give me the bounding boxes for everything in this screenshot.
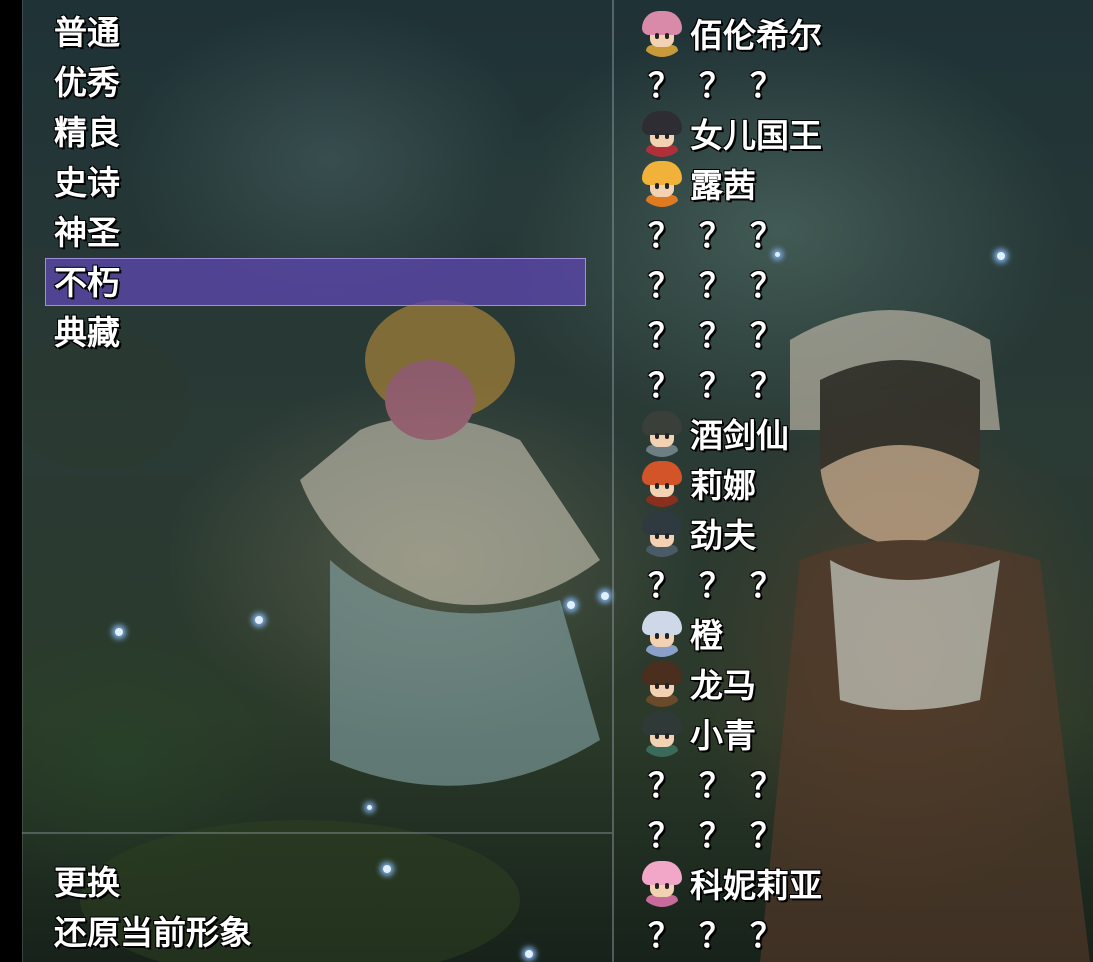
character-row[interactable]: 佰伦希尔 — [638, 8, 822, 58]
character-name: 酒剑仙 — [690, 416, 789, 455]
character-name: ？？？ — [648, 816, 801, 855]
character-name: 莉娜 — [690, 466, 756, 505]
character-row-locked[interactable]: ？？？ — [638, 258, 801, 308]
knight-figure — [300, 300, 600, 786]
character-name: 橙 — [690, 616, 723, 655]
category-item-selected[interactable]: 不朽 — [54, 261, 120, 305]
blonde-girl-icon — [638, 159, 686, 207]
sparkle — [367, 805, 372, 810]
character-row-locked[interactable]: ？？？ — [638, 308, 801, 358]
sparkle — [383, 865, 391, 873]
panel-divider — [612, 0, 614, 962]
character-row[interactable]: 橙 — [638, 608, 723, 658]
character-name: ？？？ — [648, 916, 801, 955]
character-row[interactable]: 莉娜 — [638, 458, 756, 508]
knight-helmet-icon — [638, 9, 686, 57]
character-row[interactable]: 龙马 — [638, 658, 756, 708]
character-name: ？？？ — [648, 216, 801, 255]
brown-hair-boy-icon — [638, 659, 686, 707]
dark-hair-girl-icon — [638, 109, 686, 157]
category-item[interactable]: 史诗 — [54, 161, 120, 205]
character-name: 小青 — [690, 716, 756, 755]
character-row[interactable]: 酒剑仙 — [638, 408, 789, 458]
character-name: 龙马 — [690, 666, 756, 705]
character-row[interactable]: 小青 — [638, 708, 756, 758]
character-name: 佰伦希尔 — [690, 16, 822, 55]
character-name: ？？？ — [648, 566, 801, 605]
character-row-locked[interactable]: ？？？ — [638, 758, 801, 808]
sparkle — [255, 616, 263, 624]
window-edge — [0, 0, 22, 962]
category-item[interactable]: 神圣 — [54, 211, 120, 255]
character-row-locked[interactable]: ？？？ — [638, 208, 801, 258]
green-hair-girl-icon — [638, 709, 686, 757]
character-row[interactable]: 劲夫 — [638, 508, 756, 558]
pink-hair-girl-icon — [638, 859, 686, 907]
red-hair-girl-icon — [638, 459, 686, 507]
character-name: 露茜 — [690, 166, 756, 205]
character-name: 科妮莉亚 — [690, 866, 822, 905]
sparkle — [997, 252, 1005, 260]
character-name: ？？？ — [648, 66, 801, 105]
sparkle — [525, 950, 533, 958]
sparkle — [115, 628, 123, 636]
action-divider — [22, 832, 612, 834]
character-row-locked[interactable]: ？？？ — [638, 558, 801, 608]
character-row[interactable]: 露茜 — [638, 158, 756, 208]
armored-robot-icon — [638, 609, 686, 657]
character-row-locked[interactable]: ？？？ — [638, 358, 801, 408]
category-item[interactable]: 典藏 — [54, 311, 120, 355]
character-row-locked[interactable]: ？？？ — [638, 58, 801, 108]
category-item[interactable]: 普通 — [54, 11, 120, 55]
category-item[interactable]: 精良 — [54, 111, 120, 155]
character-name: ？？？ — [648, 266, 801, 305]
character-name: ？？？ — [648, 766, 801, 805]
sparkle — [567, 601, 575, 609]
character-row[interactable]: 女儿国王 — [638, 108, 822, 158]
character-row[interactable]: 科妮莉亚 — [638, 858, 822, 908]
character-name: ？？？ — [648, 316, 801, 355]
change-button[interactable]: 更换 — [54, 861, 120, 905]
character-row-locked[interactable]: ？？？ — [638, 808, 801, 858]
character-name: 劲夫 — [690, 516, 756, 555]
character-name: 女儿国王 — [690, 116, 822, 155]
restore-appearance-button[interactable]: 还原当前形象 — [54, 911, 252, 955]
swordsman-icon — [638, 409, 686, 457]
selection-highlight — [45, 258, 586, 306]
character-name: ？？？ — [648, 366, 801, 405]
sparkle — [601, 592, 609, 600]
panel-border — [22, 0, 23, 962]
fighter-icon — [638, 509, 686, 557]
character-art — [10, 300, 1090, 962]
category-item[interactable]: 优秀 — [54, 61, 120, 105]
character-row-locked[interactable]: ？？？ — [638, 908, 801, 958]
